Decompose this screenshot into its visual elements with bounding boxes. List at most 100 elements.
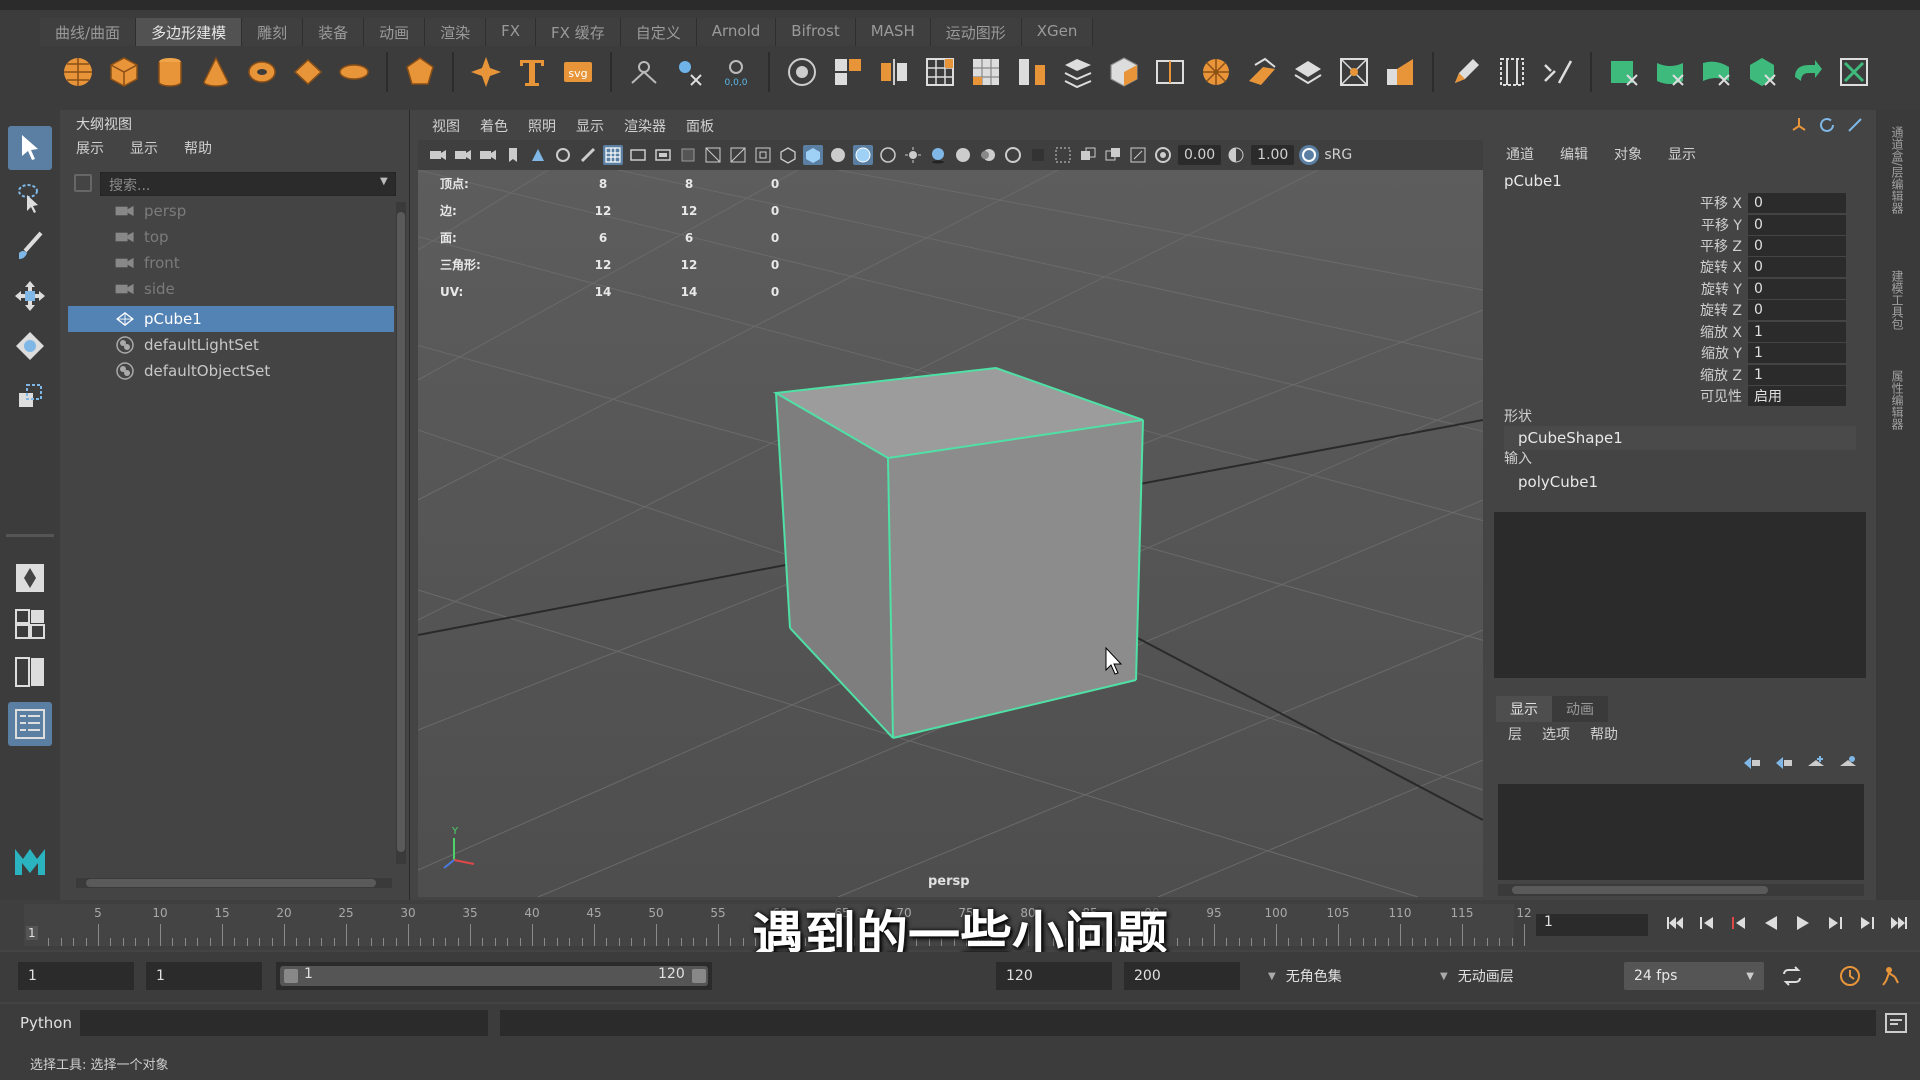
shelf-tab[interactable]: 运动图形 xyxy=(930,18,1022,46)
poly-disc-icon[interactable] xyxy=(334,52,374,92)
channel-box-menu-item[interactable]: 编辑 xyxy=(1560,144,1588,164)
slide-edge-icon[interactable] xyxy=(1492,52,1532,92)
uv-cylindrical-icon[interactable] xyxy=(1650,52,1690,92)
refresh-icon[interactable] xyxy=(1818,116,1836,134)
shelf-tab[interactable]: 曲线/曲面 xyxy=(40,18,137,46)
safe-title-icon[interactable] xyxy=(753,145,773,165)
outliner-item-pcube1[interactable]: pCube1 xyxy=(68,306,394,332)
playback-start-field[interactable]: 1 xyxy=(146,962,262,990)
shelf-tab[interactable]: FX xyxy=(486,18,537,46)
channel-box-menu-item[interactable]: 通道 xyxy=(1506,144,1534,164)
viewport-menu-item[interactable]: 照明 xyxy=(528,116,556,136)
layer-list[interactable] xyxy=(1498,784,1864,880)
poly-cube-icon[interactable] xyxy=(104,52,144,92)
attr-value[interactable]: 1 xyxy=(1748,364,1846,385)
insert-edge-loop-icon[interactable] xyxy=(1150,52,1190,92)
uv-layout-icon[interactable] xyxy=(1834,52,1874,92)
go-to-start-icon[interactable] xyxy=(1664,912,1686,934)
attr-scale-y[interactable]: 缩放 Y 1 xyxy=(1680,342,1862,363)
viewport-menu-item[interactable]: 面板 xyxy=(686,116,714,136)
field-chart-icon[interactable] xyxy=(703,145,723,165)
chevron-down-icon[interactable]: ▼ xyxy=(380,176,388,187)
loop-icon[interactable] xyxy=(1780,966,1804,986)
outliner-search-input[interactable]: 搜索... xyxy=(100,172,396,196)
type-text-icon[interactable] xyxy=(512,52,552,92)
attr-rotate-x[interactable]: 旋转 X 0 xyxy=(1680,256,1862,277)
scrollbar-thumb[interactable] xyxy=(1512,886,1768,894)
shelf-tab[interactable]: Bifrost xyxy=(776,18,856,46)
colorspace-label[interactable]: sRG xyxy=(1324,147,1352,163)
scrollbar-thumb[interactable] xyxy=(86,879,376,887)
shelf-tab[interactable]: MASH xyxy=(855,18,931,46)
poly-cylinder-icon[interactable] xyxy=(150,52,190,92)
safe-action-icon[interactable] xyxy=(728,145,748,165)
channel-box-menu-item[interactable]: 显示 xyxy=(1668,144,1696,164)
layer-tab-anim[interactable]: 动画 xyxy=(1552,696,1608,722)
layer-menu-item[interactable]: 帮助 xyxy=(1590,724,1618,744)
outliner-menu-item[interactable]: 显示 xyxy=(130,138,158,158)
step-back-key-icon[interactable] xyxy=(1696,912,1718,934)
scrollbar-thumb[interactable] xyxy=(397,212,405,852)
input-node[interactable]: polyCube1 xyxy=(1504,470,1856,494)
grid-toggle-icon[interactable] xyxy=(603,145,623,165)
shelf-tab[interactable]: 自定义 xyxy=(620,18,697,46)
character-set-dropdown[interactable]: ▼ 无角色集 xyxy=(1268,962,1342,990)
attr-translate-z[interactable]: 平移 Z 0 xyxy=(1680,235,1862,256)
camera-select-icon[interactable] xyxy=(428,145,448,165)
range-start-handle[interactable] xyxy=(284,969,298,983)
camera-attributes-icon[interactable] xyxy=(478,145,498,165)
viewport-menu-item[interactable]: 显示 xyxy=(576,116,604,136)
attr-value[interactable]: 0 xyxy=(1748,192,1846,213)
super-shape-icon[interactable] xyxy=(466,52,506,92)
gamma-field[interactable]: 1.00 xyxy=(1251,145,1295,165)
anti-aliasing-icon[interactable] xyxy=(1003,145,1023,165)
four-pane-layout-icon[interactable] xyxy=(8,602,52,646)
depth-of-field-icon[interactable] xyxy=(1028,145,1048,165)
poly-cone-icon[interactable] xyxy=(196,52,236,92)
step-back-frame-icon[interactable] xyxy=(1728,912,1750,934)
range-end-handle[interactable] xyxy=(692,969,706,983)
new-layer-from-selected-icon[interactable] xyxy=(1838,754,1858,772)
attr-rotate-z[interactable]: 旋转 Z 0 xyxy=(1680,299,1862,320)
attr-visibility[interactable]: 可见性 启用 xyxy=(1680,385,1862,406)
attr-scale-z[interactable]: 缩放 Z 1 xyxy=(1680,364,1862,385)
animation-end-field[interactable]: 200 xyxy=(1124,962,1240,990)
channel-box-menu-item[interactable]: 对象 xyxy=(1614,144,1642,164)
outliner-menu-item[interactable]: 帮助 xyxy=(184,138,212,158)
outliner-item-side[interactable]: side xyxy=(68,276,394,302)
pcube1-mesh[interactable] xyxy=(772,366,1144,739)
shelf-tab[interactable]: 动画 xyxy=(364,18,426,46)
move-layer-down-icon[interactable] xyxy=(1774,754,1794,772)
outliner-item-top[interactable]: top xyxy=(68,224,394,250)
ambient-occlusion-icon[interactable] xyxy=(953,145,973,165)
viewport-3d[interactable]: Y 顶点: 8 8 0 边: 12 12 0 面: 6 6 0 三角形: 12 … xyxy=(418,170,1483,897)
color-management-icon[interactable] xyxy=(1299,145,1320,165)
grease-pencil-icon[interactable] xyxy=(578,145,598,165)
resolution-gate-icon[interactable] xyxy=(653,145,673,165)
shelf-tab[interactable]: FX 缓存 xyxy=(536,18,621,46)
target-weld-icon[interactable] xyxy=(1334,52,1374,92)
poly-sphere-icon[interactable] xyxy=(58,52,98,92)
boolean-icon[interactable] xyxy=(782,52,822,92)
use-all-lights-icon[interactable] xyxy=(903,145,923,165)
script-editor-icon[interactable] xyxy=(1884,1012,1908,1034)
collapse-icon[interactable] xyxy=(1058,52,1098,92)
outliner-filter-icon[interactable] xyxy=(74,174,92,192)
scale-tool-icon[interactable] xyxy=(8,374,52,418)
attr-value[interactable]: 启用 xyxy=(1748,385,1846,406)
single-pane-layout-icon[interactable] xyxy=(8,556,52,600)
viewport-menu-item[interactable]: 视图 xyxy=(432,116,460,136)
gamma-icon[interactable] xyxy=(1226,145,1246,165)
smooth-icon[interactable]: 0,0,0 xyxy=(716,52,756,92)
play-backwards-icon[interactable] xyxy=(1760,912,1782,934)
wireframe-icon[interactable] xyxy=(778,145,798,165)
script-language-toggle[interactable]: Python xyxy=(20,1014,72,1032)
bevel-icon[interactable] xyxy=(966,52,1006,92)
attr-value[interactable]: 1 xyxy=(1748,321,1846,342)
poly-torus-icon[interactable] xyxy=(242,52,282,92)
uv-automatic-icon[interactable] xyxy=(1742,52,1782,92)
film-gate-icon[interactable] xyxy=(628,145,648,165)
auto-key-icon[interactable] xyxy=(1838,964,1862,988)
poly-plane-icon[interactable] xyxy=(288,52,328,92)
attr-scale-x[interactable]: 缩放 X 1 xyxy=(1680,321,1862,342)
